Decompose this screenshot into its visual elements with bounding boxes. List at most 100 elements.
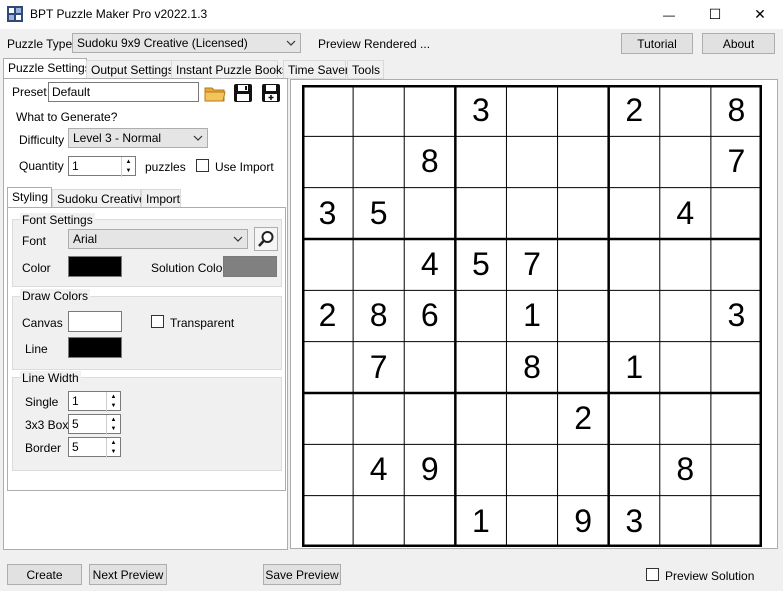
- single-width-stepper[interactable]: 1 ▲ ▼: [68, 391, 121, 412]
- sudoku-cell: 8: [727, 92, 746, 129]
- maximize-button[interactable]: ☐: [692, 0, 738, 29]
- font-settings-title: Font Settings: [20, 213, 95, 227]
- chevron-down-icon: [193, 135, 203, 141]
- sudoku-cell: [506, 393, 557, 444]
- close-button[interactable]: ✕: [737, 0, 783, 29]
- sudoku-cell: [558, 239, 609, 290]
- spin-down-icon[interactable]: ▼: [107, 424, 120, 433]
- sudoku-cell: [711, 342, 762, 393]
- solution-color-label: Solution Color: [151, 261, 227, 275]
- font-search-button[interactable]: [254, 227, 278, 251]
- use-import-checkbox[interactable]: [196, 159, 209, 172]
- sudoku-cell: [455, 393, 506, 444]
- box-width-value: 5: [72, 417, 79, 431]
- subtab-styling[interactable]: Styling: [7, 187, 52, 208]
- tab-time-saver[interactable]: Time Saver: [283, 60, 349, 79]
- sudoku-cell: 4: [420, 246, 439, 283]
- sudoku-cell: [711, 496, 762, 547]
- sudoku-cell: [353, 85, 404, 136]
- spin-down-icon[interactable]: ▼: [107, 401, 120, 410]
- line-color-swatch[interactable]: [68, 337, 122, 358]
- tab-output-settings[interactable]: Output Settings: [86, 60, 174, 79]
- puzzle-type-select[interactable]: Sudoku 9x9 Creative (Licensed): [72, 33, 301, 53]
- line-label: Line: [25, 342, 48, 356]
- about-button[interactable]: About: [702, 33, 775, 54]
- sudoku-cell: [455, 188, 506, 239]
- tab-instant-puzzle-books[interactable]: Instant Puzzle Books: [171, 60, 288, 79]
- sudoku-cell: [302, 393, 353, 444]
- quantity-spin-buttons[interactable]: ▲ ▼: [121, 157, 135, 177]
- sudoku-cell: [506, 85, 557, 136]
- sudoku-cell: [660, 342, 711, 393]
- font-color-swatch[interactable]: [68, 256, 122, 277]
- spin-up-icon[interactable]: ▲: [107, 438, 120, 447]
- color-label: Color: [22, 261, 51, 275]
- sudoku-cell: 3: [471, 92, 490, 129]
- spin-up-icon[interactable]: ▲: [122, 157, 135, 166]
- border-spin-buttons[interactable]: ▲ ▼: [106, 438, 120, 458]
- sudoku-cell: [609, 290, 660, 341]
- subtab-sudoku-creative[interactable]: Sudoku Creative: [52, 189, 146, 208]
- chevron-down-icon: [286, 40, 296, 46]
- sudoku-preview: 32887354457286137812498193: [302, 85, 762, 547]
- tab-tools[interactable]: Tools: [347, 60, 384, 79]
- sudoku-cell: [302, 136, 353, 187]
- transparent-checkbox[interactable]: [151, 315, 164, 328]
- sudoku-cell: 2: [625, 92, 644, 129]
- sudoku-cell: [660, 393, 711, 444]
- sudoku-cell: [455, 136, 506, 187]
- sudoku-cell: [609, 188, 660, 239]
- draw-colors-title: Draw Colors: [20, 289, 91, 303]
- difficulty-select[interactable]: Level 3 - Normal: [68, 128, 208, 148]
- next-preview-button[interactable]: Next Preview: [89, 564, 167, 585]
- transparent-label: Transparent: [170, 316, 235, 330]
- single-spin-buttons[interactable]: ▲ ▼: [106, 392, 120, 412]
- sudoku-cell: [506, 496, 557, 547]
- box-spin-buttons[interactable]: ▲ ▼: [106, 415, 120, 435]
- sudoku-cell: 6: [420, 297, 439, 334]
- border-width-value: 5: [72, 440, 79, 454]
- save-preview-button[interactable]: Save Preview: [263, 564, 341, 585]
- preset-input[interactable]: Default: [48, 82, 199, 102]
- spin-up-icon[interactable]: ▲: [107, 392, 120, 401]
- spin-down-icon[interactable]: ▼: [122, 166, 135, 175]
- puzzle-type-label: Puzzle Type: [7, 37, 73, 51]
- spin-up-icon[interactable]: ▲: [107, 415, 120, 424]
- sudoku-cell: 1: [523, 297, 541, 334]
- minimize-button[interactable]: —: [646, 0, 692, 29]
- sudoku-cell: 8: [369, 297, 388, 334]
- font-select[interactable]: Arial: [68, 229, 248, 249]
- solution-color-swatch[interactable]: [223, 256, 277, 277]
- quantity-stepper[interactable]: 1 ▲ ▼: [68, 156, 136, 177]
- sudoku-cell: [711, 239, 762, 290]
- box-width-stepper[interactable]: 5 ▲ ▼: [68, 414, 121, 435]
- sudoku-cell: 9: [420, 451, 439, 488]
- sudoku-cell: [609, 444, 660, 495]
- canvas-color-swatch[interactable]: [68, 311, 122, 332]
- what-to-generate-label: What to Generate?: [16, 110, 118, 124]
- sudoku-cell: [711, 188, 762, 239]
- preview-solution-checkbox[interactable]: [646, 568, 659, 581]
- sudoku-cell: 8: [523, 348, 541, 385]
- sudoku-cell: [455, 342, 506, 393]
- subtab-import[interactable]: Import: [141, 189, 181, 208]
- border-label: Border: [25, 441, 62, 455]
- tutorial-button[interactable]: Tutorial: [621, 33, 693, 54]
- preview-solution-label: Preview Solution: [665, 569, 755, 583]
- sudoku-cell: [353, 136, 404, 187]
- border-width-stepper[interactable]: 5 ▲ ▼: [68, 437, 121, 458]
- sudoku-cell: 7: [727, 143, 746, 180]
- save-icon[interactable]: [231, 82, 255, 104]
- sudoku-cell: [353, 393, 404, 444]
- folder-icon[interactable]: [203, 82, 227, 104]
- sudoku-cell: [558, 290, 609, 341]
- spin-down-icon[interactable]: ▼: [107, 447, 120, 456]
- create-button[interactable]: Create: [7, 564, 82, 585]
- save-as-icon[interactable]: [259, 82, 283, 104]
- tab-puzzle-settings[interactable]: Puzzle Settings: [3, 58, 91, 79]
- sudoku-cell: 4: [369, 451, 388, 488]
- sudoku-cell: [506, 136, 557, 187]
- sudoku-cell: 3: [318, 194, 337, 231]
- sudoku-cell: [302, 496, 353, 547]
- sudoku-cell: [660, 239, 711, 290]
